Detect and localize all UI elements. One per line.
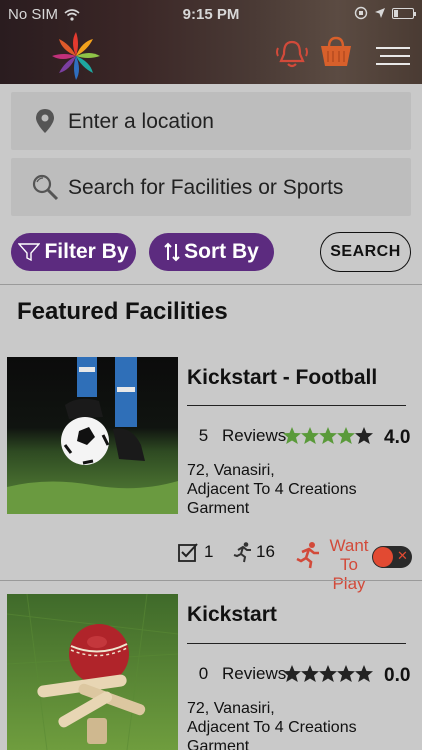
logo-icon[interactable] bbox=[50, 30, 102, 82]
close-icon: ✕ bbox=[397, 548, 408, 563]
want-to-play-label[interactable]: Want To Play bbox=[322, 536, 376, 593]
location-input[interactable]: Enter a location bbox=[11, 92, 411, 150]
app-header: No SIM 9:15 PM bbox=[0, 0, 422, 84]
divider bbox=[187, 405, 406, 406]
location-pin-icon bbox=[36, 109, 54, 133]
star-icon bbox=[283, 427, 301, 444]
location-placeholder: Enter a location bbox=[68, 110, 214, 133]
sort-icon bbox=[164, 242, 180, 262]
runner-icon bbox=[233, 542, 251, 563]
filter-button[interactable]: Filter By bbox=[11, 233, 136, 271]
reviews-summary[interactable]: 5 Reviews bbox=[187, 424, 286, 448]
address-line: Adjacent To 4 Creations Garment bbox=[187, 481, 357, 517]
star-rating bbox=[283, 665, 373, 682]
bag-icon[interactable] bbox=[318, 34, 354, 68]
reviews-summary[interactable]: 0 Reviews bbox=[187, 662, 286, 686]
facility-title[interactable]: Kickstart - Football bbox=[187, 366, 377, 390]
status-bar: No SIM 9:15 PM bbox=[0, 0, 422, 30]
location-arrow-icon bbox=[375, 8, 385, 18]
players-count[interactable]: 16 bbox=[232, 541, 275, 563]
facility-image[interactable] bbox=[7, 357, 178, 514]
facility-title[interactable]: Kickstart bbox=[187, 603, 277, 627]
reviews-label: Reviews bbox=[222, 664, 287, 683]
search-input[interactable]: Search for Facilities or Sports bbox=[11, 158, 411, 216]
facility-image[interactable] bbox=[7, 594, 178, 750]
divider bbox=[0, 284, 422, 285]
orientation-lock-icon bbox=[354, 6, 368, 20]
want-to-play-icon bbox=[296, 542, 319, 569]
reviews-label: Reviews bbox=[222, 426, 287, 445]
section-title: Featured Facilities bbox=[17, 298, 228, 325]
filter-label: Filter By bbox=[44, 240, 129, 263]
search-placeholder: Search for Facilities or Sports bbox=[68, 176, 344, 199]
address-line: Adjacent To 4 Creations Garment bbox=[187, 719, 357, 750]
bell-icon[interactable] bbox=[274, 38, 310, 70]
checkbox-icon bbox=[178, 543, 198, 562]
rating-value: 4.0 bbox=[384, 427, 411, 448]
football-photo bbox=[7, 357, 178, 514]
menu-icon[interactable] bbox=[374, 46, 412, 66]
facility-address: 72, Vanasiri, Adjacent To 4 Creations Ga… bbox=[187, 461, 422, 518]
rating-value: 0.0 bbox=[384, 665, 411, 686]
checkins-count[interactable]: 1 bbox=[177, 541, 213, 563]
search-icon bbox=[32, 174, 59, 201]
address-line: 72, Vanasiri, bbox=[187, 462, 275, 479]
divider bbox=[187, 643, 406, 644]
battery-icon bbox=[392, 7, 416, 19]
sort-label: Sort By bbox=[184, 240, 259, 263]
want-to-play-toggle[interactable]: ✕ bbox=[372, 546, 412, 568]
sort-button[interactable]: Sort By bbox=[149, 233, 274, 271]
facility-address: 72, Vanasiri, Adjacent To 4 Creations Ga… bbox=[187, 699, 422, 750]
star-rating bbox=[283, 427, 373, 444]
address-line: 72, Vanasiri, bbox=[187, 700, 275, 717]
players-value: 16 bbox=[256, 542, 275, 561]
reviews-count: 0 bbox=[198, 664, 209, 683]
search-button[interactable]: SEARCH bbox=[320, 232, 411, 272]
reviews-count: 5 bbox=[198, 426, 209, 445]
divider bbox=[0, 580, 422, 581]
cricket-photo bbox=[7, 594, 178, 750]
filter-icon bbox=[18, 243, 41, 262]
checkins-value: 1 bbox=[204, 542, 214, 561]
